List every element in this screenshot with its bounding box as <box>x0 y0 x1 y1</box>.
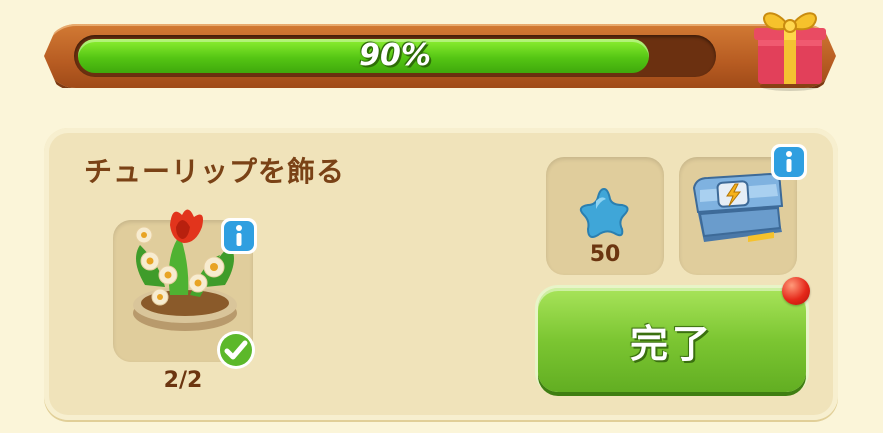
blue-star-icon <box>579 187 629 238</box>
item-info-icon[interactable] <box>220 217 258 255</box>
star-reward-amount: 50 <box>589 242 621 267</box>
checkmark-icon <box>217 331 255 369</box>
item-count: 2/2 <box>163 368 203 393</box>
progress-percent: 90% <box>359 38 431 73</box>
chest-info-icon[interactable] <box>770 143 808 181</box>
task-title: チューリップを飾る <box>84 155 346 188</box>
gift-icon[interactable] <box>750 0 830 92</box>
complete-button-label: 完了 <box>629 323 714 366</box>
complete-button[interactable]: 完了 <box>538 288 806 392</box>
energy-chest-icon <box>692 172 784 242</box>
notification-dot <box>782 277 810 305</box>
